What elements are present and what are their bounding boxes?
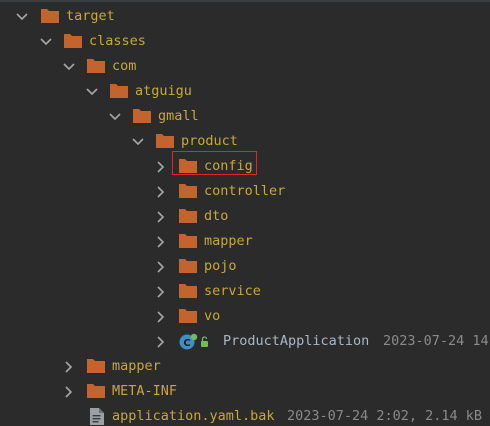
tree-node-pojo[interactable]: pojo (0, 254, 490, 279)
highlight-box (172, 151, 257, 175)
tree-node-controller[interactable]: controller (0, 179, 490, 204)
panel-top-border (0, 0, 490, 2)
folder-icon (156, 133, 174, 148)
svg-text:C: C (183, 338, 190, 349)
chevron-down-icon[interactable] (15, 4, 29, 29)
chevron-right-icon[interactable] (62, 354, 76, 379)
tree-node-mapper-outer[interactable]: mapper (0, 354, 490, 379)
chevron-right-icon[interactable] (154, 279, 168, 304)
tree-node-label: dto (204, 208, 229, 224)
chevron-right-icon[interactable] (154, 204, 168, 229)
folder-icon (41, 8, 59, 23)
chevron-down-icon[interactable] (62, 54, 76, 79)
folder-icon (87, 383, 105, 398)
chevron-right-icon[interactable] (154, 229, 168, 254)
project-tree: target classes com atguigu gmall product… (0, 0, 490, 426)
text-file-icon (89, 407, 105, 426)
tree-node-label: META-INF (112, 383, 178, 399)
folder-icon (133, 108, 151, 123)
tree-node-product-application[interactable]: C ProductApplication 2023-07-24 14 (0, 329, 490, 354)
tree-node-label: mapper (112, 358, 161, 374)
chevron-right-icon[interactable] (154, 304, 168, 329)
tree-node-service[interactable]: service (0, 279, 490, 304)
folder-icon (179, 233, 197, 248)
tree-node-label: classes (89, 33, 146, 49)
tree-node-label: pojo (204, 258, 237, 274)
tree-node-label: com (112, 58, 137, 74)
folder-icon (179, 258, 197, 273)
chevron-right-icon[interactable] (154, 329, 168, 354)
folder-icon (179, 208, 197, 223)
tree-node-com[interactable]: com (0, 54, 490, 79)
folder-icon (179, 283, 197, 298)
folder-icon (110, 83, 128, 98)
spring-boot-class-icon: C (179, 333, 215, 351)
tree-node-meta-inf[interactable]: META-INF (0, 379, 490, 404)
tree-node-classes[interactable]: classes (0, 29, 490, 54)
tree-node-label: ProductApplication (223, 333, 370, 349)
folder-icon (64, 33, 82, 48)
tree-node-label: gmall (158, 108, 199, 124)
file-modified-meta: 2023-07-24 14 (383, 333, 489, 349)
tree-node-vo[interactable]: vo (0, 304, 490, 329)
tree-node-label: target (66, 8, 115, 24)
chevron-down-icon[interactable] (39, 29, 53, 54)
folder-icon (87, 358, 105, 373)
tree-node-gmall[interactable]: gmall (0, 104, 490, 129)
tree-node-label: atguigu (135, 83, 192, 99)
folder-icon (179, 183, 197, 198)
chevron-down-icon[interactable] (131, 129, 145, 154)
chevron-right-icon[interactable] (154, 179, 168, 204)
tree-node-target[interactable]: target (0, 4, 490, 29)
tree-node-label: controller (204, 183, 286, 199)
chevron-right-icon[interactable] (154, 254, 168, 279)
tree-node-label: application.yaml.bak (112, 408, 275, 424)
chevron-down-icon[interactable] (85, 79, 99, 104)
chevron-down-icon[interactable] (108, 104, 122, 129)
tree-node-application-yaml-bak[interactable]: application.yaml.bak 2023-07-24 2:02, 2.… (0, 404, 490, 426)
file-modified-meta: 2023-07-24 2:02, 2.14 kB (287, 408, 483, 424)
tree-node-mapper-inner[interactable]: mapper (0, 229, 490, 254)
tree-node-label: mapper (204, 233, 253, 249)
chevron-right-icon[interactable] (154, 154, 168, 179)
folder-icon (179, 308, 197, 323)
tree-node-dto[interactable]: dto (0, 204, 490, 229)
folder-icon (87, 58, 105, 73)
tree-node-label: service (204, 283, 261, 299)
tree-node-label: vo (204, 308, 221, 324)
chevron-right-icon[interactable] (62, 379, 76, 404)
tree-node-atguigu[interactable]: atguigu (0, 79, 490, 104)
